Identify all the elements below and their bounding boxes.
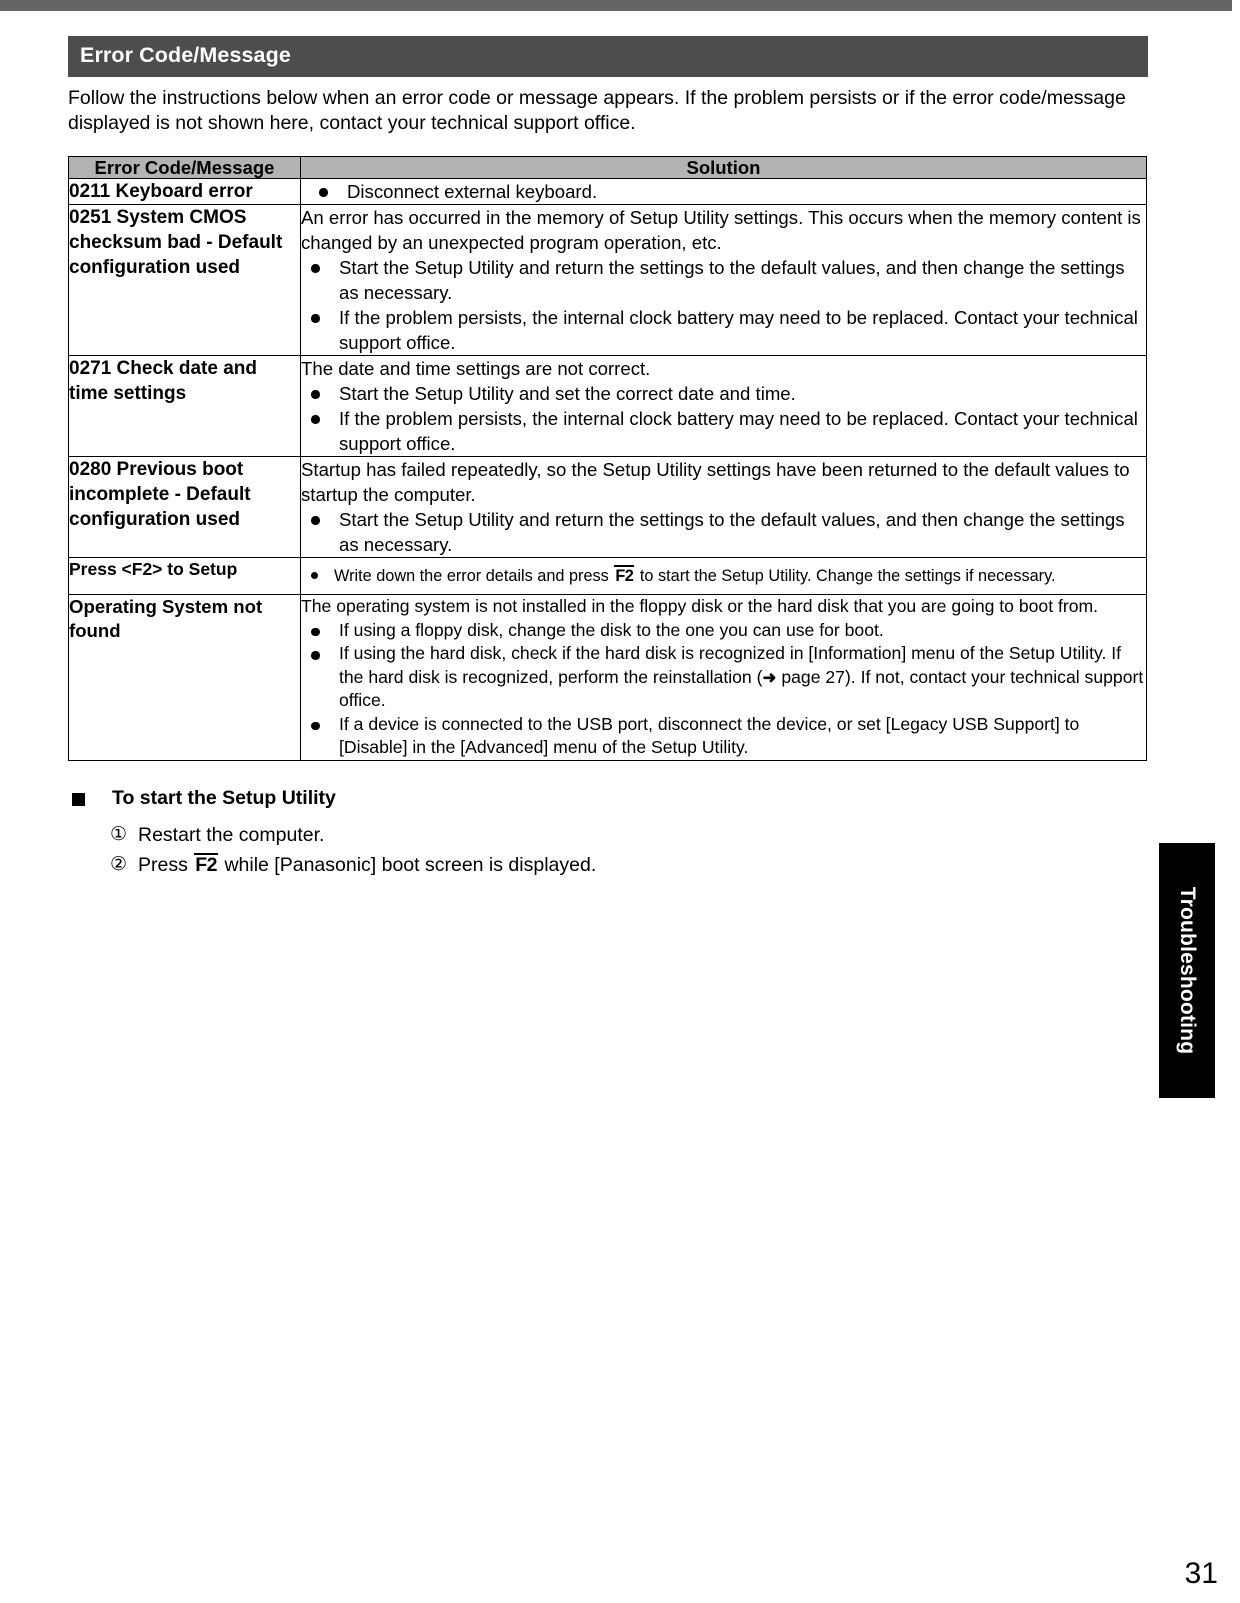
list-item: If the problem persists, the internal cl… [301,305,1146,355]
solution-lead: An error has occurred in the memory of S… [301,207,1141,254]
page-reference-link[interactable]: page 27 [776,667,845,687]
list-item: Start the Setup Utility and return the s… [301,255,1146,305]
list-item: If the problem persists, the internal cl… [301,406,1146,456]
list-item: If using the hard disk, check if the har… [301,642,1146,713]
solution-bullet-list: Write down the error details and press F… [301,565,1146,587]
square-bullet-icon [72,792,85,806]
section-title: Error Code/Message [80,43,291,67]
error-code-cell: Operating System not found [68,594,301,761]
list-item: Disconnect external keyboard. [301,179,1146,204]
list-item: Start the Setup Utility and return the s… [301,507,1146,557]
step-text-before: Press [138,853,194,876]
bullet-text-before: Write down the error details and press [334,567,614,586]
bullet-dot-icon [311,651,320,660]
step-number-icon: ① [110,823,128,845]
bullet-dot-icon [311,314,320,323]
solution-cell: Disconnect external keyboard. [300,178,1147,206]
side-tab-troubleshooting: Troubleshooting [1159,843,1215,1098]
page-content: Error Code/Message Follow the instructio… [68,36,1148,880]
bullet-dot-icon [311,264,320,273]
top-rule [0,0,1232,11]
subsection-heading: To start the Setup Utility [68,785,1148,811]
section-title-band: Error Code/Message [68,36,1148,77]
bullet-dot-icon [311,415,320,424]
bullet-dot-icon [311,390,320,399]
list-item: ① Restart the computer. [68,820,1148,850]
header-solution: Solution [300,155,1147,180]
side-tab-label: Troubleshooting [1176,886,1199,1055]
table-row: Operating System not found The operating… [68,594,1147,761]
solution-cell: Write down the error details and press F… [300,557,1147,596]
setup-utility-subsection: To start the Setup Utility ① Restart the… [68,785,1148,880]
solution-cell: An error has occurred in the memory of S… [300,204,1147,357]
setup-steps-list: ① Restart the computer. ② Press F2 while… [68,820,1148,880]
solution-lead: Startup has failed repeatedly, so the Se… [301,459,1130,506]
step-number-icon: ② [110,853,128,875]
bullet-text-after: to start the Setup Utility. Change the s… [635,567,1056,586]
bullet-dot-icon [311,627,320,637]
list-item: ② Press F2 while [Panasonic] boot screen… [68,850,1148,880]
table-row: 0280 Previous boot incomplete - Default … [68,456,1147,559]
solution-cell: The date and time settings are not corre… [300,355,1147,458]
step-text-after: while [Panasonic] boot screen is display… [219,853,597,876]
solution-lead: The date and time settings are not corre… [301,358,651,380]
table-header-row: Error Code/Message Solution [68,155,1147,180]
table-row: Press <F2> to Setup Write down the error… [68,557,1147,596]
subsection-heading-text: To start the Setup Utility [112,786,336,809]
error-code-table: Error Code/Message Solution 0211 Keyboar… [68,155,1147,761]
bullet-dot-icon [311,516,320,525]
error-code-cell: 0271 Check date and time settings [68,355,301,458]
table-row: 0251 System CMOS checksum bad - Default … [68,204,1147,357]
table-row: 0211 Keyboard error Disconnect external … [68,178,1147,206]
solution-cell: Startup has failed repeatedly, so the Se… [300,456,1147,559]
bullet-dot-icon [319,188,328,197]
solution-lead: The operating system is not installed in… [301,596,1099,617]
bullet-text: If the problem persists, the internal cl… [339,408,1138,455]
solution-cell: The operating system is not installed in… [300,594,1147,761]
bullet-text: Start the Setup Utility and return the s… [339,509,1125,556]
bullet-text: If the problem persists, the internal cl… [339,307,1138,354]
solution-bullet-list: Start the Setup Utility and return the s… [301,507,1146,557]
list-item: If a device is connected to the USB port… [301,713,1146,760]
error-code-cell: Press <F2> to Setup [68,557,301,596]
header-error-code: Error Code/Message [68,155,301,180]
step-text: Restart the computer. [138,823,325,846]
page-number: 31 [1184,1557,1218,1590]
list-item: Start the Setup Utility and set the corr… [301,381,1146,406]
solution-bullet-list: Disconnect external keyboard. [301,179,1146,204]
bullet-text: If a device is connected to the USB port… [339,713,1080,758]
bullet-dot-icon [311,572,318,580]
table-row: 0271 Check date and time settings The da… [68,355,1147,458]
f2-key-icon: F2 [614,565,635,586]
page-reference-arrow-icon: ➜ [762,667,777,687]
solution-bullet-list: Start the Setup Utility and set the corr… [301,381,1146,456]
error-code-cell: 0251 System CMOS checksum bad - Default … [68,204,301,357]
solution-bullet-list: Start the Setup Utility and return the s… [301,255,1146,355]
solution-bullet-list: If using a floppy disk, change the disk … [301,619,1146,760]
list-item: If using a floppy disk, change the disk … [301,619,1146,643]
bullet-text: Disconnect external keyboard. [347,181,598,203]
error-code-cell: 0280 Previous boot incomplete - Default … [68,456,301,559]
bullet-text: Start the Setup Utility and set the corr… [339,383,796,405]
list-item: Write down the error details and press F… [301,565,1146,587]
error-code-cell: 0211 Keyboard error [68,178,301,206]
bullet-text: Start the Setup Utility and return the s… [339,257,1125,304]
f2-key-icon: F2 [194,852,219,876]
bullet-dot-icon [311,721,320,731]
bullet-text: If using a floppy disk, change the disk … [339,619,884,640]
intro-paragraph: Follow the instructions below when an er… [68,86,1126,135]
